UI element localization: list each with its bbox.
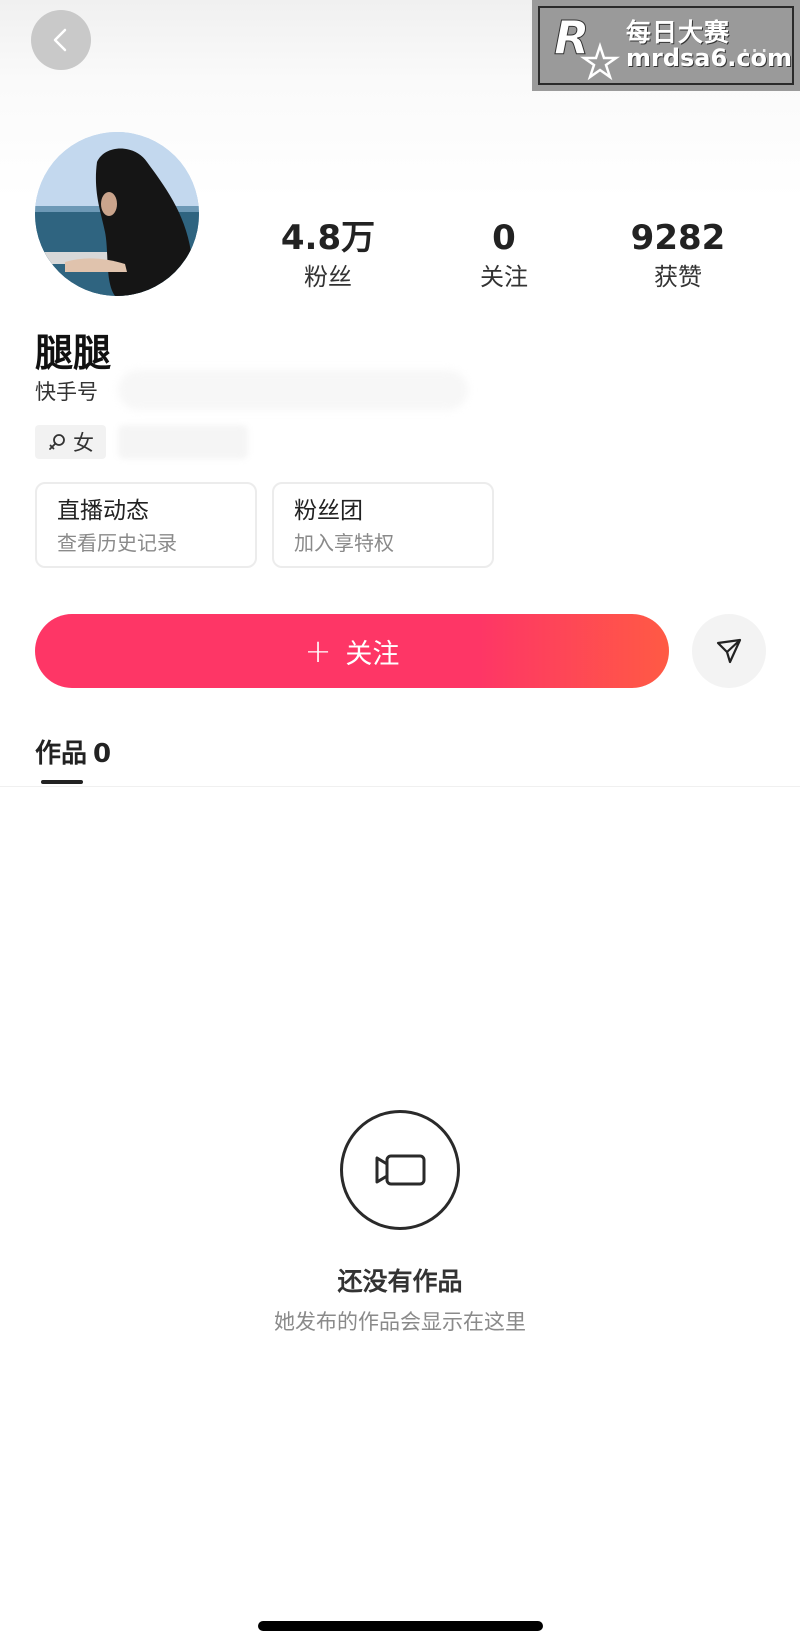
avatar[interactable]: [35, 132, 199, 296]
watermark-logo: R: [550, 10, 620, 82]
avatar-photo: [35, 132, 199, 296]
follow-button[interactable]: + 关注: [35, 614, 669, 688]
female-icon: [49, 434, 65, 450]
card-title: 粉丝团: [294, 498, 363, 524]
stat-value: 4.8万: [280, 218, 376, 258]
plus-icon: +: [304, 632, 332, 670]
more-dots-icon[interactable]: ...: [741, 30, 770, 58]
card-subtitle: 查看历史记录: [57, 531, 177, 555]
fan-club-card[interactable]: 粉丝团 加入享特权: [272, 482, 494, 568]
gender-label: 女: [73, 431, 94, 455]
stat-fans[interactable]: 4.8万 粉丝: [258, 218, 398, 294]
tab-divider: [0, 786, 800, 787]
stat-value: 0: [492, 218, 516, 258]
blurred-user-id: [118, 370, 468, 410]
follow-label: 关注: [345, 638, 400, 670]
username: 腿腿: [35, 331, 112, 375]
home-indicator[interactable]: [258, 1621, 543, 1631]
live-history-card[interactable]: 直播动态 查看历史记录: [35, 482, 257, 568]
watermark-frame: R 每日大赛 mrdsa6.com ...: [538, 6, 794, 85]
back-button[interactable]: [31, 10, 91, 70]
stat-label: 关注: [480, 263, 528, 291]
blurred-tag: [118, 425, 248, 459]
tab-works-count: 0: [93, 739, 112, 769]
watermark: R 每日大赛 mrdsa6.com ...: [532, 0, 800, 91]
tab-works[interactable]: 作品 0: [35, 733, 111, 770]
stat-label: 粉丝: [304, 263, 352, 291]
tab-indicator: [41, 780, 83, 784]
stat-label: 获赞: [654, 263, 702, 291]
chevron-left-icon: [53, 28, 67, 52]
empty-state-icon: [340, 1110, 460, 1230]
card-subtitle: 加入享特权: [294, 531, 394, 555]
empty-state-title: 还没有作品: [337, 1267, 463, 1296]
stat-likes[interactable]: 9282 获赞: [608, 218, 748, 294]
profile-page: R 每日大赛 mrdsa6.com ... 4.8万 粉丝 0 关注 9282 …: [0, 0, 800, 1649]
stat-value: 9282: [630, 218, 726, 258]
user-id-label: 快手号: [35, 380, 98, 404]
empty-state-subtitle: 她发布的作品会显示在这里: [274, 1310, 526, 1334]
card-title: 直播动态: [57, 498, 149, 524]
message-button[interactable]: [692, 614, 766, 688]
stat-following[interactable]: 0 关注: [434, 218, 574, 294]
send-icon: [716, 638, 742, 664]
gender-tag: 女: [35, 425, 106, 459]
video-camera-icon: [375, 1154, 426, 1186]
tab-works-label: 作品: [35, 739, 88, 769]
